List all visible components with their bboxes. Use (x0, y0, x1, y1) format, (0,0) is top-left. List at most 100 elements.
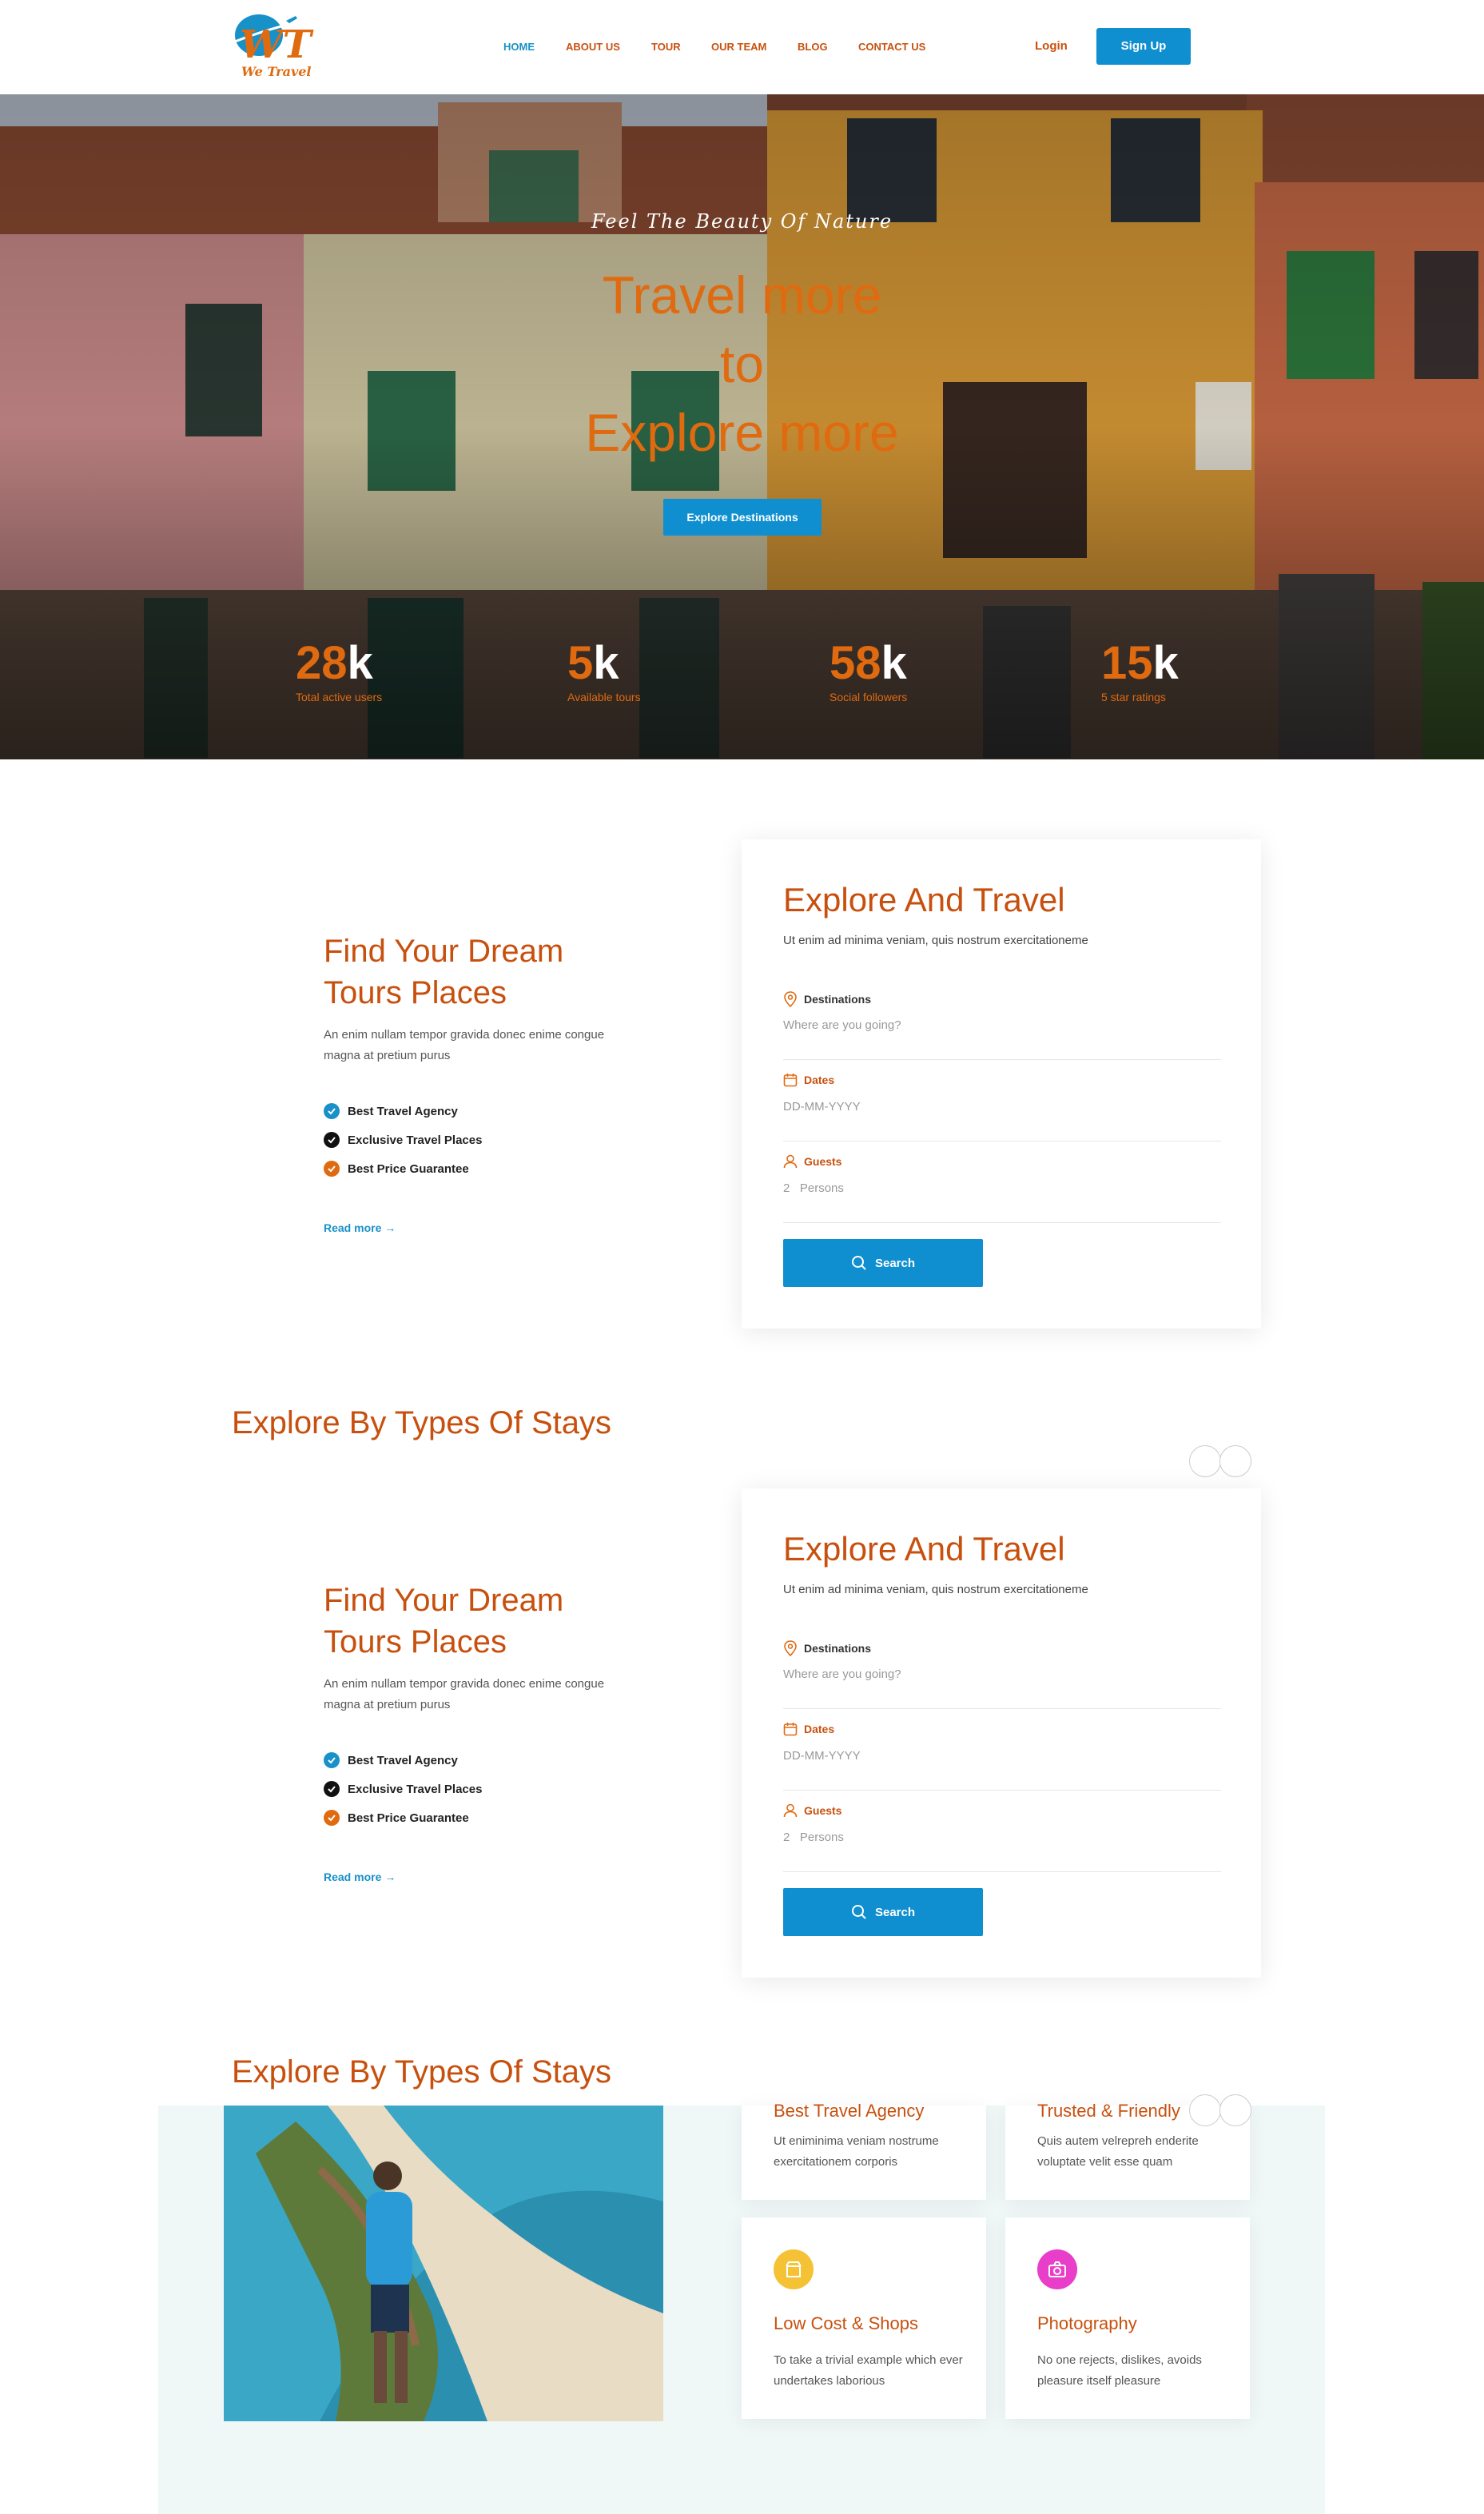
feature-item: Best Travel Agency (324, 1097, 659, 1126)
find-description: An enim nullam tempor gravida donec enim… (324, 1025, 659, 1066)
guests-label: Guests (783, 1803, 841, 1818)
find-title-line-1: Find Your Dream (324, 934, 564, 969)
guests-input[interactable]: 2 Persons (783, 1181, 844, 1195)
nav-tour[interactable]: TOUR (651, 41, 681, 53)
guests-input[interactable]: 2 Persons (783, 1831, 844, 1844)
find-tours-block: Find Your Dream Tours Places An enim nul… (324, 930, 659, 1234)
find-description-line-1: An enim nullam tempor gravida donec enim… (324, 1028, 605, 1042)
stat-social-followers: 58k Social followers (830, 637, 1037, 704)
stat-suffix: k (593, 637, 619, 689)
feature-card-title: Trusted & Friendly (1037, 2101, 1180, 2121)
search-button[interactable]: Search (783, 1239, 983, 1287)
location-pin-icon (784, 991, 797, 1007)
dates-label-text: Dates (804, 1723, 835, 1735)
carousel-arrows (1189, 1445, 1253, 1477)
feature-card-title: Photography (1037, 2313, 1137, 2333)
feature-card-description: To take a trivial example which ever und… (774, 2353, 963, 2388)
traveler-photo-image (224, 2106, 663, 2421)
stat-label: Social followers (830, 691, 908, 703)
dates-field[interactable]: Dates DD-MM-YYYY (783, 1073, 1221, 1141)
nav-our-team[interactable]: OUR TEAM (711, 41, 766, 53)
find-description: An enim nullam tempor gravida donec enim… (324, 1674, 659, 1715)
card-title: Explore And Travel (783, 1530, 1065, 1568)
explore-travel-card: Explore And Travel Ut enim ad minima ven… (742, 1488, 1261, 1978)
feature-card-title: Best Travel Agency (774, 2101, 925, 2121)
feature-card-description: Quis autem velrepreh enderite voluptate … (1037, 2134, 1199, 2169)
dates-input[interactable]: DD-MM-YYYY (783, 1749, 861, 1763)
user-icon (783, 1154, 798, 1169)
destinations-input[interactable]: Where are you going? (783, 1018, 901, 1032)
login-link[interactable]: Login (1035, 39, 1068, 53)
feature-label: Best Travel Agency (348, 1104, 458, 1118)
carousel-next-button[interactable] (1219, 1445, 1251, 1477)
stat-label: Available tours (567, 691, 641, 703)
traveler-photo (224, 2106, 663, 2421)
guests-unit: Persons (799, 1181, 844, 1195)
carousel-prev-button[interactable] (1189, 2094, 1221, 2126)
destinations-field[interactable]: Destinations Where are you going? (783, 1640, 1221, 1709)
calendar-icon (783, 1074, 798, 1087)
hero-title-line-3: Explore more (585, 403, 899, 462)
nav-about-us[interactable]: ABOUT US (566, 41, 620, 53)
stays-section-title: Explore By Types Of Stays (232, 2054, 612, 2090)
guests-label-text: Guests (804, 1155, 842, 1168)
feature-item: Exclusive Travel Places (324, 1775, 659, 1803)
check-icon (324, 1161, 340, 1177)
hero-title-line-2: to (719, 334, 765, 393)
guests-field[interactable]: Guests 2 Persons (783, 1803, 1221, 1872)
stat-suffix: k (881, 637, 907, 689)
find-tours-block: Find Your Dream Tours Places An enim nul… (324, 1580, 659, 1883)
feature-label: Best Travel Agency (348, 1753, 458, 1767)
search-icon (851, 1256, 866, 1270)
read-more-label: Read more (324, 1871, 382, 1883)
explore-destinations-button[interactable]: Explore Destinations (663, 499, 822, 536)
card-subtitle: Ut enim ad minima veniam, quis nostrum e… (783, 934, 1088, 947)
search-label: Search (874, 1256, 916, 1270)
hero-tagline: Feel The Beauty Of Nature (591, 210, 893, 233)
nav-contact-us[interactable]: CONTACT US (858, 41, 925, 53)
destinations-label-text: Destinations (804, 1642, 872, 1655)
signup-button[interactable]: Sign Up (1096, 28, 1191, 65)
feature-item: Exclusive Travel Places (324, 1126, 659, 1154)
dates-input[interactable]: DD-MM-YYYY (783, 1100, 861, 1114)
card-title: Explore And Travel (783, 881, 1065, 918)
user-icon (783, 1803, 798, 1818)
dates-field[interactable]: Dates DD-MM-YYYY (783, 1722, 1221, 1791)
search-button[interactable]: Search (783, 1888, 983, 1936)
logo-text: We Travel (241, 64, 312, 79)
check-icon (324, 1103, 340, 1119)
hero-banner: Feel The Beauty Of Nature Travel more to… (0, 94, 1484, 759)
nav-blog[interactable]: BLOG (798, 41, 828, 53)
destinations-field[interactable]: Destinations Where are you going? (783, 991, 1221, 1060)
dates-label-text: Dates (804, 1074, 835, 1086)
feature-item: Best Travel Agency (324, 1746, 659, 1775)
stays-section-title: Explore By Types Of Stays (232, 1405, 612, 1440)
stat-label: 5 star ratings (1101, 691, 1166, 703)
feature-label: Exclusive Travel Places (348, 1133, 483, 1147)
feature-item: Best Price Guarantee (324, 1803, 659, 1832)
feature-card-low-cost-shops: Low Cost & Shops To take a trivial examp… (742, 2217, 986, 2419)
destinations-input[interactable]: Where are you going? (783, 1667, 901, 1681)
carousel-next-button[interactable] (1219, 2094, 1251, 2126)
find-description-line-2: magna at pretium purus (324, 1049, 451, 1062)
arrow-right-icon: → (384, 1221, 396, 1234)
feature-card-description: No one rejects, dislikes, avoids pleasur… (1037, 2353, 1202, 2388)
feature-card-description: Ut eniminima veniam nostrume exercitatio… (774, 2134, 939, 2169)
read-more-link[interactable]: Read more → (324, 1871, 659, 1883)
read-more-link[interactable]: Read more → (324, 1221, 659, 1234)
stat-suffix: k (1152, 637, 1179, 689)
check-icon (324, 1132, 340, 1148)
check-icon (324, 1781, 340, 1797)
feature-card-title: Low Cost & Shops (774, 2313, 918, 2333)
explore-travel-card: Explore And Travel Ut enim ad minima ven… (742, 839, 1261, 1329)
dates-label: Dates (783, 1722, 834, 1736)
find-title-line-2: Tours Places (324, 975, 507, 1010)
stat-number: 15 (1101, 637, 1153, 689)
carousel-prev-button[interactable] (1189, 1445, 1221, 1477)
nav-home[interactable]: HOME (503, 41, 535, 53)
guests-field[interactable]: Guests 2 Persons (783, 1154, 1221, 1223)
feature-label: Best Price Guarantee (348, 1811, 469, 1825)
stat-number: 28 (296, 637, 348, 689)
location-pin-icon (784, 1640, 797, 1656)
guests-label-text: Guests (804, 1804, 842, 1817)
